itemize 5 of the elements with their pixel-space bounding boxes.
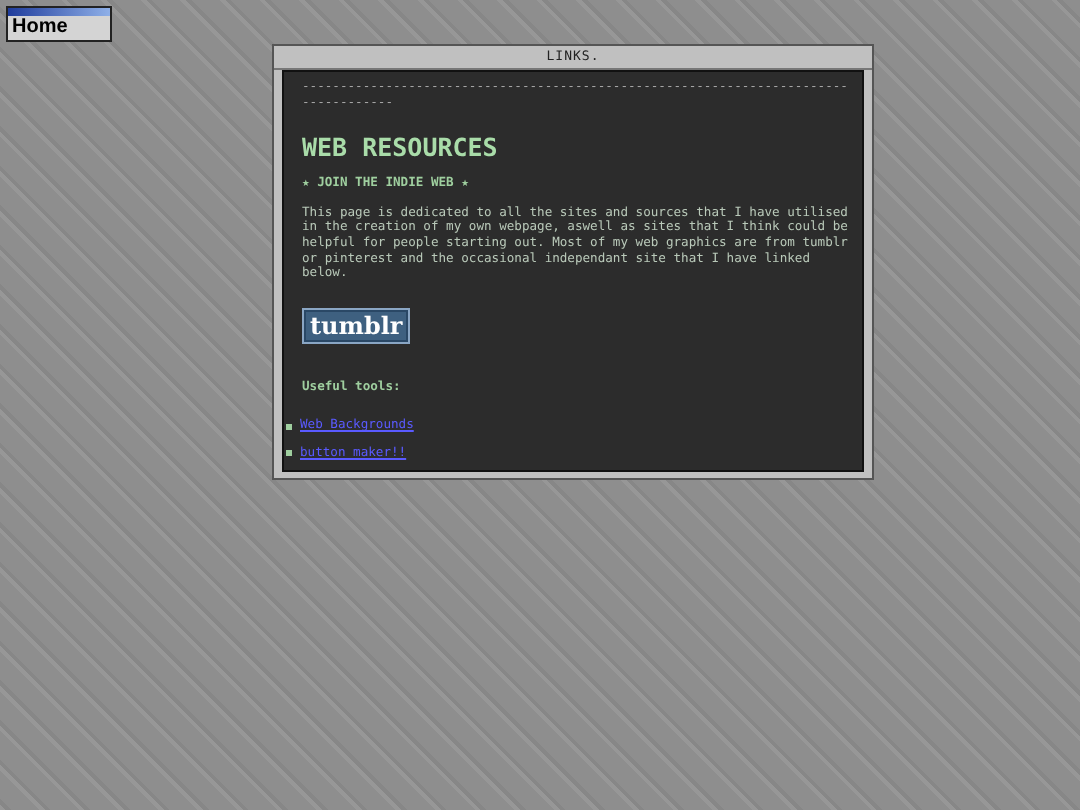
bullet-icon (286, 450, 292, 457)
home-button[interactable]: Home (6, 6, 112, 42)
bullet-icon (286, 423, 292, 430)
tumblr-badge[interactable]: tumblr (302, 307, 411, 344)
page-heading: WEB RESOURCES (302, 134, 500, 163)
